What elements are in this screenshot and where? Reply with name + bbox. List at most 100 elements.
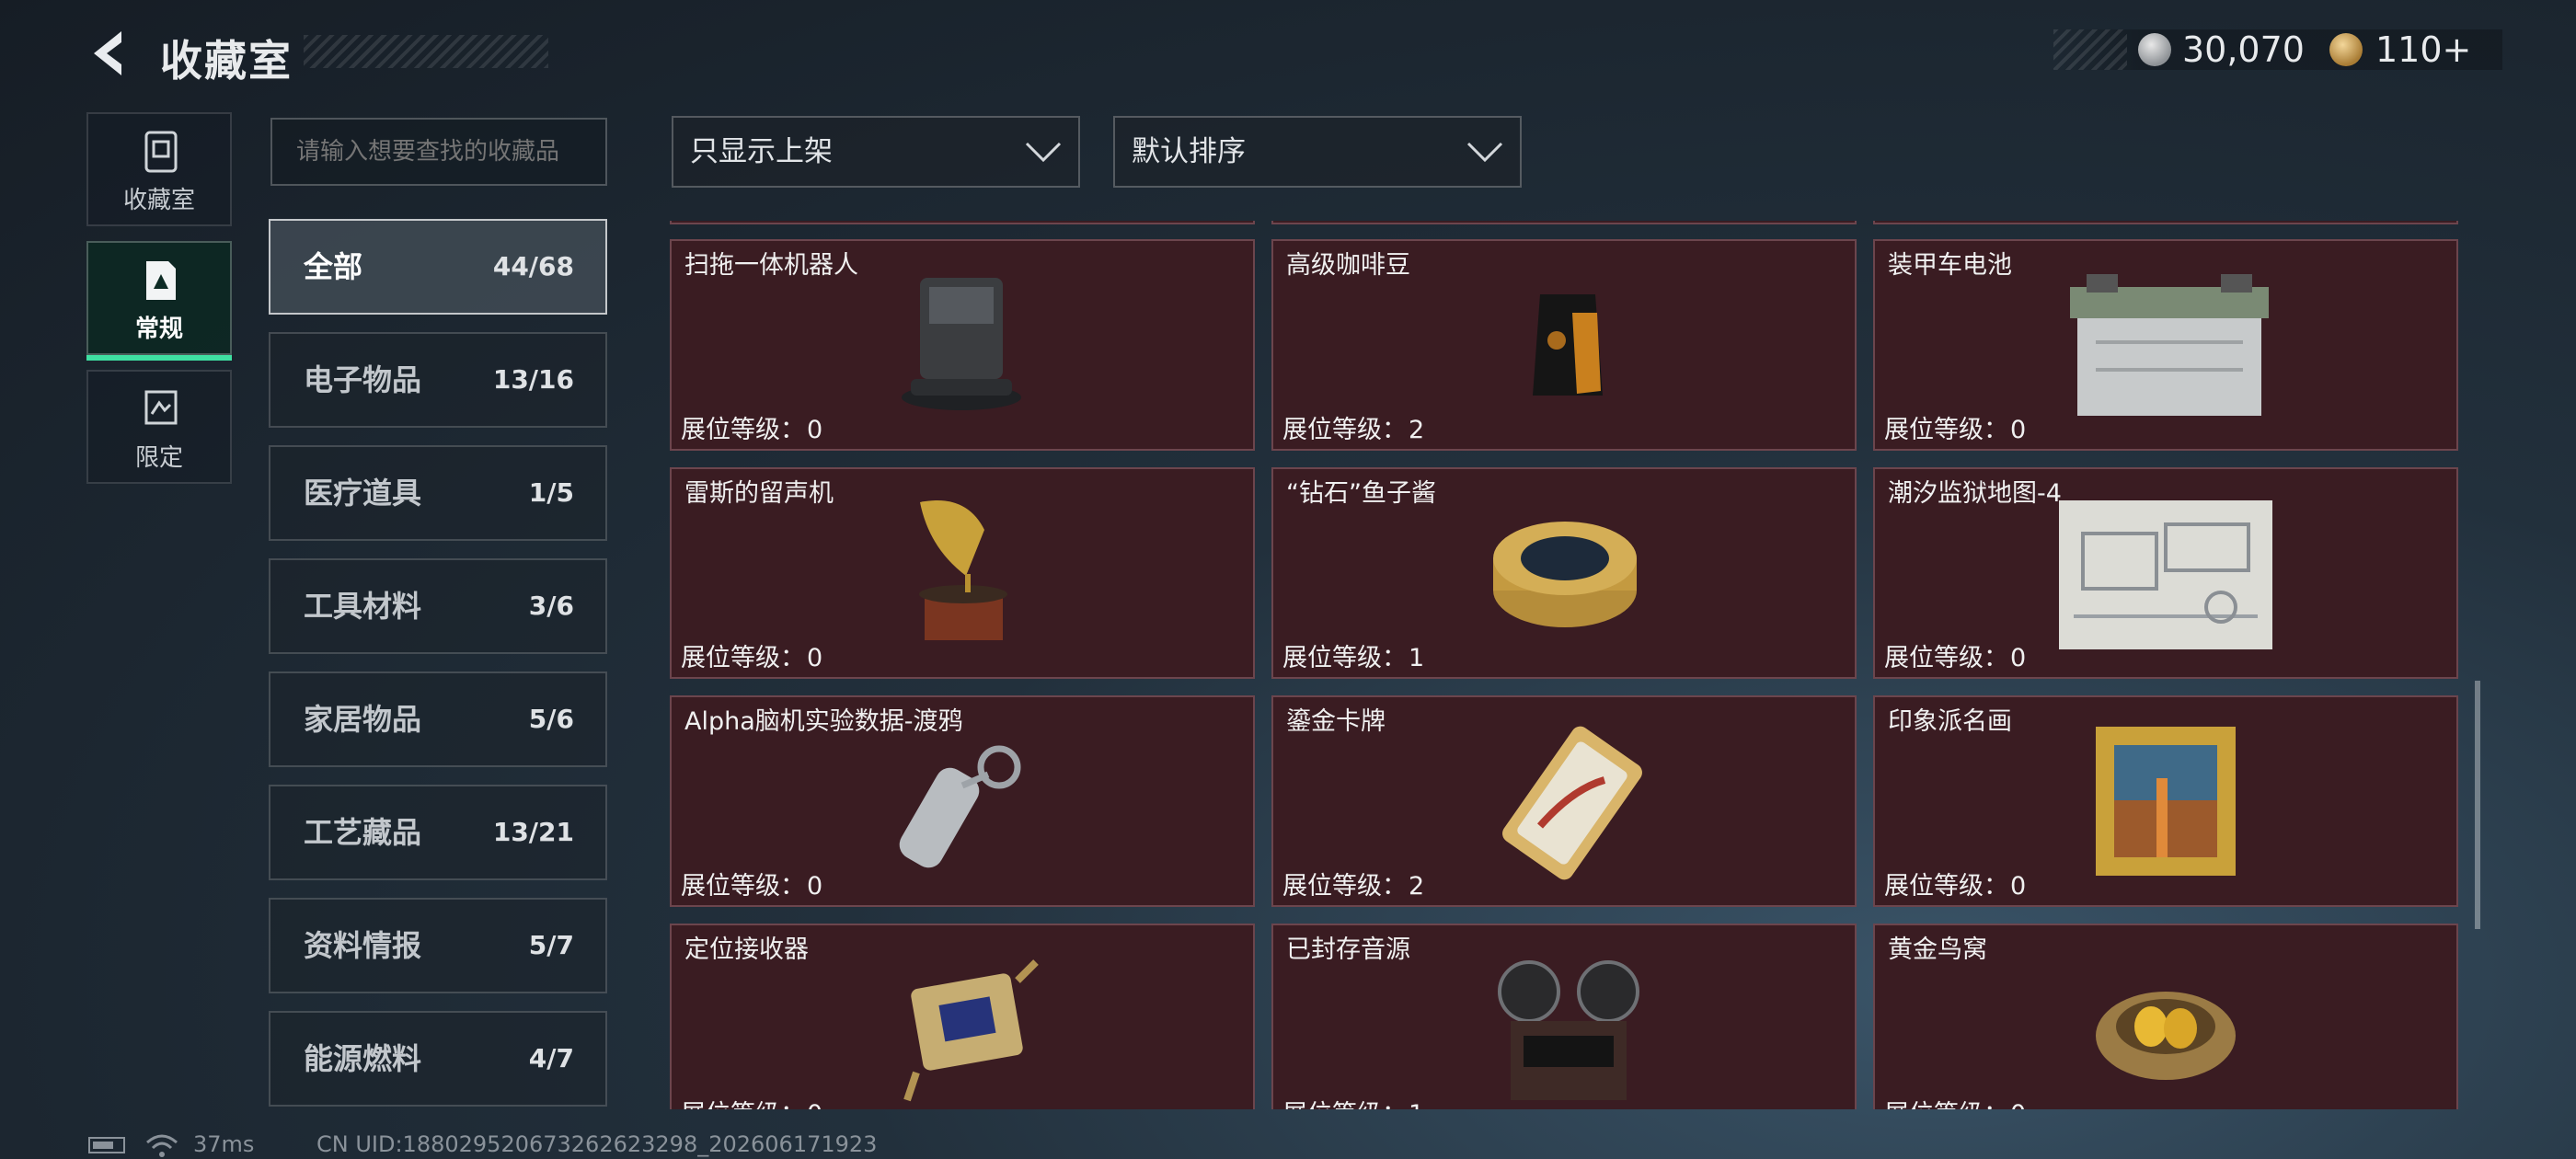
item-name: 定位接收器: [684, 935, 809, 964]
painting-icon: [2096, 727, 2236, 876]
collection-grid[interactable]: 扫拖一体机器人 展位等级：0 高级咖啡豆 展位等级：2 装甲车电池 展位等级：0: [670, 221, 2510, 1109]
category-count: 44/68: [492, 251, 574, 281]
nav-limited[interactable]: 限定: [86, 370, 232, 484]
level-label: 展位等级：: [681, 1100, 805, 1109]
item-card[interactable]: 高级咖啡豆 展位等级：2: [1271, 239, 1857, 451]
map-icon: [2059, 500, 2272, 649]
display-filter-dropdown[interactable]: 只显示上架: [672, 116, 1080, 188]
level-label: 展位等级：: [1282, 1100, 1407, 1109]
currency-premium-amount[interactable]: 110+: [2375, 29, 2471, 70]
battery-status-icon: [88, 1137, 125, 1153]
level-label: 展位等级：: [1282, 872, 1407, 901]
item-card-partial[interactable]: [670, 221, 1255, 224]
level-value: 0: [2010, 872, 2027, 901]
category-tools[interactable]: 工具材料 3/6: [269, 558, 607, 654]
item-card[interactable]: “钻石”鱼子酱 展位等级：1: [1271, 467, 1857, 679]
category-name: 电子物品: [304, 362, 422, 397]
data-cylinder-icon: [899, 745, 1021, 868]
level-label: 展位等级：: [1282, 416, 1407, 444]
nav-label: 收藏室: [122, 187, 195, 214]
level-label: 展位等级：: [1884, 872, 2008, 901]
level-value: 2: [1409, 872, 1425, 901]
item-card[interactable]: 雷斯的留声机 展位等级：0: [670, 467, 1255, 679]
level-value: 2: [1409, 416, 1425, 444]
level-label: 展位等级：: [1282, 644, 1407, 672]
caviar-tin-icon: [1493, 522, 1637, 627]
category-name: 全部: [304, 249, 363, 284]
item-level: 展位等级：1: [1281, 1094, 1424, 1109]
category-all[interactable]: 全部 44/68: [269, 219, 607, 315]
category-electronics[interactable]: 电子物品 13/16: [269, 332, 607, 428]
display-filter-value: 只显示上架: [690, 135, 833, 168]
level-value: 0: [807, 1100, 822, 1109]
category-energy[interactable]: 能源燃料 4/7: [269, 1011, 607, 1107]
level-value: 1: [1409, 644, 1425, 672]
category-medical[interactable]: 医疗道具 1/5: [269, 445, 607, 541]
nav-vault[interactable]: 收藏室: [86, 112, 232, 226]
category-name: 能源燃料: [304, 1041, 422, 1076]
regular-collection-icon: [146, 261, 176, 300]
level-label: 展位等级：: [681, 416, 805, 444]
search-input[interactable]: [270, 118, 607, 186]
item-name: 印象派名画: [1888, 707, 2012, 736]
nav-label: 限定: [134, 444, 183, 472]
chevron-down-icon: [1025, 142, 1062, 163]
item-name: 黄金鸟窝: [1888, 935, 1987, 964]
item-name: 扫拖一体机器人: [684, 251, 858, 280]
item-level: 展位等级：0: [1882, 409, 2026, 445]
item-card[interactable]: 已封存音源 展位等级：1: [1271, 924, 1857, 1109]
back-arrow-icon[interactable]: [85, 26, 136, 81]
item-level: 展位等级：0: [1882, 637, 2026, 673]
chevron-down-icon: [1466, 142, 1503, 163]
active-indicator: [86, 355, 232, 361]
page-title: 收藏室: [160, 36, 293, 86]
item-card[interactable]: 鎏金卡牌 展位等级：2: [1271, 695, 1857, 907]
item-card[interactable]: 印象派名画 展位等级：0: [1873, 695, 2458, 907]
item-level: 展位等级：2: [1281, 409, 1424, 445]
level-value: 0: [807, 644, 823, 672]
item-card[interactable]: Alpha脑机实验数据-渡鸦 展位等级：0: [670, 695, 1255, 907]
nav-label: 常规: [134, 316, 183, 343]
user-uid: CN UID:18802952067326262329​8_2026061719…: [316, 1131, 878, 1157]
item-card-partial[interactable]: [1873, 221, 2458, 224]
category-name: 家居物品: [304, 702, 422, 737]
item-level: 展位等级：0: [679, 866, 822, 901]
item-card[interactable]: 装甲车电池 展位等级：0: [1873, 239, 2458, 451]
level-value: 1: [1409, 1100, 1424, 1109]
vault-icon: [144, 131, 178, 173]
gold-card-icon: [1502, 726, 1642, 880]
item-card[interactable]: 扫拖一体机器人 展位等级：0: [670, 239, 1255, 451]
category-crafts[interactable]: 工艺藏品 13/21: [269, 785, 607, 880]
level-label: 展位等级：: [681, 644, 805, 672]
item-card[interactable]: 潮汐监狱地图-4 展位等级：0: [1873, 467, 2458, 679]
item-level: 展位等级：0: [679, 637, 822, 673]
category-count: 5/7: [528, 930, 574, 960]
nav-regular[interactable]: 常规: [86, 241, 232, 361]
item-level: 展位等级：0: [1882, 866, 2026, 901]
item-card-partial[interactable]: [1271, 221, 1857, 224]
battery-icon: [2070, 274, 2269, 416]
item-name: 已封存音源: [1286, 935, 1410, 964]
category-name: 医疗道具: [304, 476, 422, 511]
limited-collection-icon: [144, 390, 178, 425]
item-card[interactable]: 定位接收器 展位等级：0: [670, 924, 1255, 1109]
item-card[interactable]: 黄金鸟窝 展位等级：0: [1873, 924, 2458, 1109]
level-value: 0: [2010, 644, 2027, 672]
level-label: 展位等级：: [1884, 416, 2008, 444]
level-value: 0: [2010, 416, 2027, 444]
category-name: 资料情报: [304, 928, 422, 963]
golden-nest-icon: [2096, 992, 2236, 1080]
item-name: 雷斯的留声机: [684, 479, 834, 508]
grid-scrollbar[interactable]: [2475, 681, 2480, 929]
sort-dropdown[interactable]: 默认排序: [1113, 116, 1522, 188]
category-count: 4/7: [528, 1043, 574, 1073]
item-level: 展位等级：0: [679, 409, 822, 445]
category-intel[interactable]: 资料情报 5/7: [269, 898, 607, 993]
category-count: 3/6: [528, 591, 574, 621]
currency-bar: 30,070 110+: [2053, 29, 2502, 70]
silver-coin-icon: [2138, 33, 2171, 66]
reel-recorder-icon: [1498, 960, 1639, 1100]
item-name: 高级咖啡豆: [1286, 251, 1410, 280]
network-ping: 37ms: [193, 1131, 255, 1157]
category-household[interactable]: 家居物品 5/6: [269, 671, 607, 767]
